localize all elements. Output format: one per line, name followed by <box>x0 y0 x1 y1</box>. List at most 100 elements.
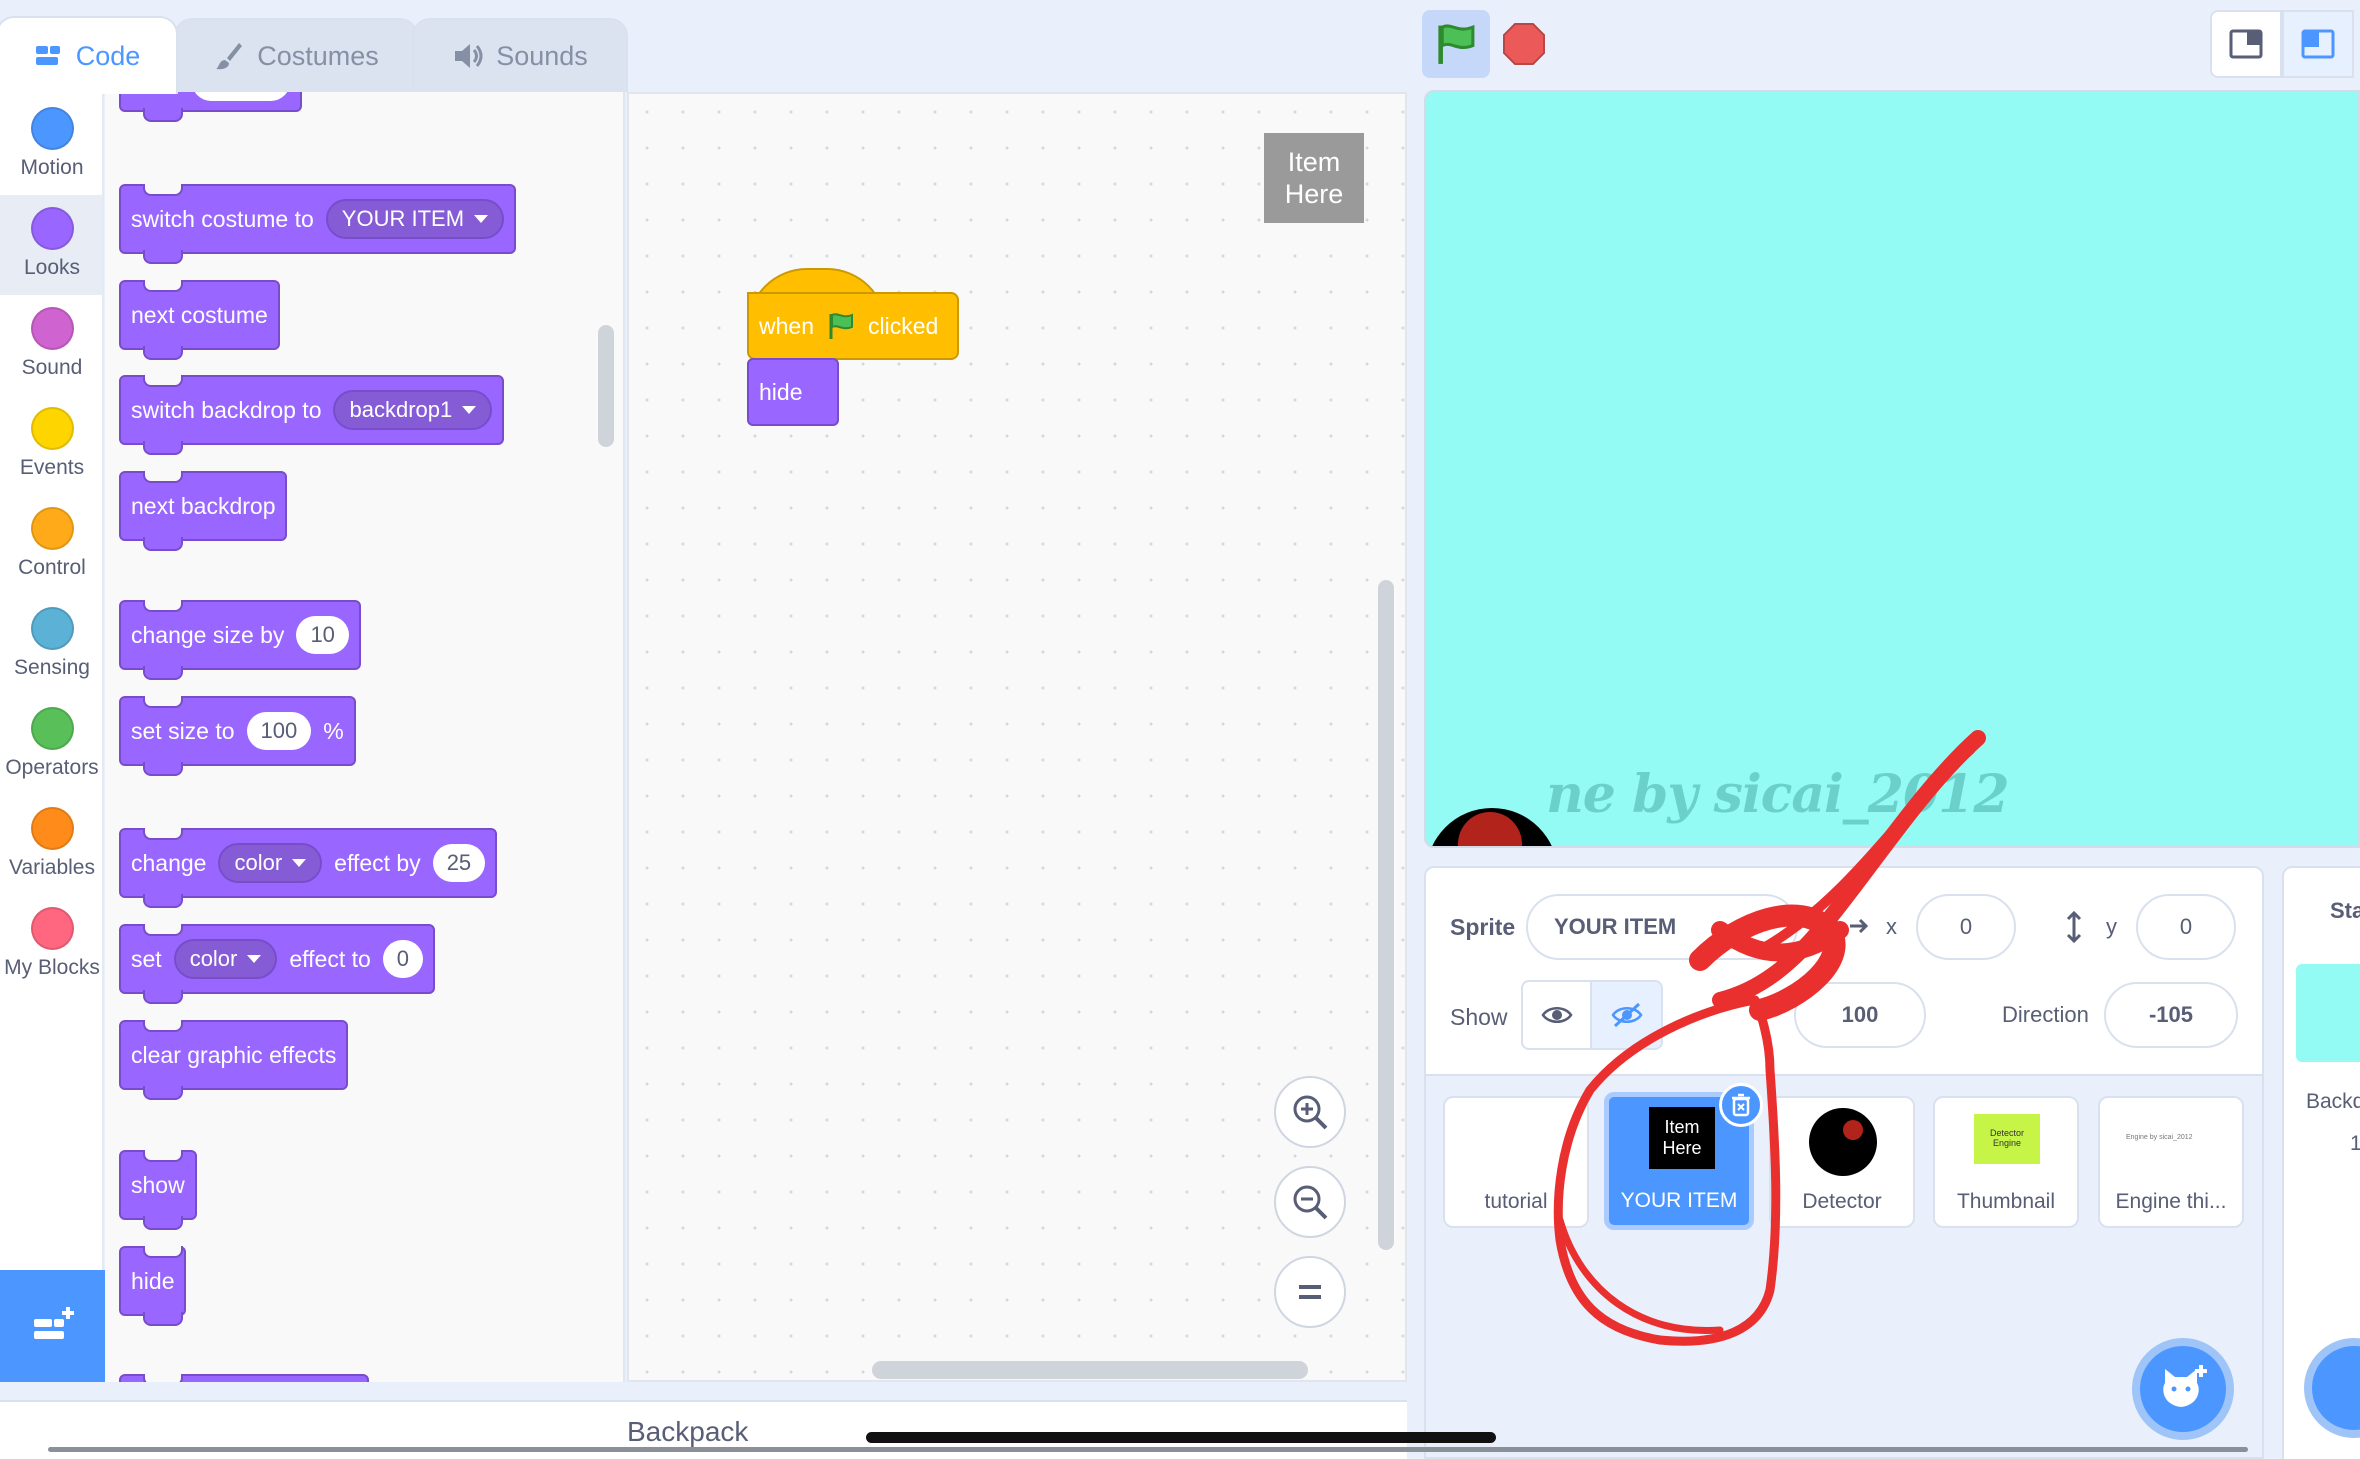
set-size-input[interactable]: 100 <box>246 712 312 750</box>
think-block[interactable]: think Hmm... <box>119 92 303 122</box>
show-sprite-button[interactable] <box>1523 982 1592 1048</box>
zoom-out-icon <box>1293 1185 1328 1220</box>
sprite-tile-your-item[interactable]: Item Here YOUR ITEM <box>1604 1083 1763 1230</box>
set-effect-input[interactable]: 0 <box>382 940 424 978</box>
operators-dot-icon <box>30 707 74 750</box>
events-dot-icon <box>30 407 74 450</box>
think-input[interactable]: Hmm... <box>191 92 291 101</box>
x-label: x <box>1886 914 1897 939</box>
eye-icon <box>1540 1007 1573 1023</box>
my-blocks-dot-icon <box>30 907 74 950</box>
category-motion[interactable]: Motion <box>0 95 102 195</box>
delete-sprite-button[interactable] <box>1719 1083 1763 1127</box>
stage-canvas[interactable]: ne by sicai_2012 <box>1424 90 2360 848</box>
your-item-thumbnail: Item Here <box>1649 1107 1715 1169</box>
detector-sprite <box>1432 808 1552 846</box>
thumbnail-preview: Detector Engine <box>1974 1114 2040 1164</box>
tab-sounds[interactable]: Sounds <box>412 18 628 92</box>
stage-header: Stage <box>2330 898 2360 923</box>
category-looks[interactable]: Looks <box>0 195 102 295</box>
tab-costumes[interactable]: Costumes <box>174 18 418 92</box>
chevron-down-icon <box>474 215 489 223</box>
zoom-out-button[interactable] <box>1274 1166 1346 1238</box>
category-my-blocks[interactable]: My Blocks <box>0 895 102 995</box>
zoom-in-button[interactable] <box>1274 1076 1346 1148</box>
visibility-toggle <box>1521 980 1663 1050</box>
y-input[interactable]: 0 <box>2136 894 2236 960</box>
zoom-reset-button[interactable] <box>1274 1256 1346 1328</box>
effect-dropdown[interactable]: color <box>218 843 323 883</box>
sprite-tile-tutorial[interactable]: tutorial <box>1443 1096 1589 1228</box>
switch-backdrop-block[interactable]: switch backdrop to backdrop1 <box>119 375 505 455</box>
code-icon <box>35 46 60 65</box>
sensing-dot-icon <box>30 607 74 650</box>
category-control[interactable]: Control <box>0 495 102 595</box>
category-variables[interactable]: Variables <box>0 795 102 895</box>
hide-block[interactable]: hide <box>119 1246 187 1326</box>
backdrop-dropdown[interactable]: backdrop1 <box>333 390 493 430</box>
zoom-in-icon <box>1293 1095 1328 1130</box>
sprite-tile-thumbnail[interactable]: Detector Engine Thumbnail <box>1933 1096 2079 1228</box>
change-size-input[interactable]: 10 <box>296 616 349 654</box>
show-block[interactable]: show <box>119 1150 197 1230</box>
tab-costumes-label: Costumes <box>257 40 379 71</box>
looks-dot-icon <box>30 207 74 250</box>
green-flag-button[interactable] <box>1422 10 1490 78</box>
direction-input[interactable]: -105 <box>2104 982 2238 1048</box>
switch-costume-block[interactable]: switch costume to YOUR ITEM <box>119 184 517 264</box>
bottom-separator <box>48 1447 2248 1452</box>
change-size-block[interactable]: change size by 10 <box>119 600 361 680</box>
large-stage-icon <box>2301 29 2335 59</box>
x-position-icon <box>1850 918 1869 934</box>
small-stage-button[interactable] <box>2210 10 2282 78</box>
category-sound[interactable]: Sound <box>0 295 102 395</box>
sprite-name-input[interactable]: YOUR ITEM <box>1526 894 1798 960</box>
category-sensing[interactable]: Sensing <box>0 595 102 695</box>
script-horizontal-scrollbar[interactable] <box>872 1361 1308 1379</box>
next-costume-block[interactable]: next costume <box>119 280 280 360</box>
set-size-block[interactable]: set size to 100 % <box>119 696 356 776</box>
large-stage-button[interactable] <box>2282 10 2354 78</box>
clear-effects-block[interactable]: clear graphic effects <box>119 1020 349 1100</box>
chevron-down-icon <box>292 859 307 867</box>
category-menu: Motion Looks Sound Events Control Sensin… <box>0 92 104 1270</box>
category-operators[interactable]: Operators <box>0 695 102 795</box>
chevron-down-icon <box>247 955 262 963</box>
add-extension-button[interactable] <box>0 1270 108 1382</box>
script-vertical-scrollbar[interactable] <box>1378 580 1394 1250</box>
change-effect-input[interactable]: 25 <box>432 844 486 882</box>
script-hide-block[interactable]: hide <box>747 358 839 426</box>
category-events[interactable]: Events <box>0 395 102 495</box>
effect-dropdown[interactable]: color <box>173 939 278 979</box>
stop-button[interactable] <box>1502 22 1546 71</box>
tab-code[interactable]: Code <box>0 16 178 94</box>
add-sprite-button[interactable] <box>2132 1338 2234 1440</box>
detector-thumbnail <box>1809 1108 1877 1176</box>
sprite-tile-detector[interactable]: Detector <box>1769 1096 1915 1228</box>
variables-dot-icon <box>30 807 74 850</box>
stage-thumbnail <box>2296 964 2360 1062</box>
set-effect-block[interactable]: set color effect to 0 <box>119 924 436 1004</box>
eye-slash-icon <box>1610 1002 1643 1028</box>
hide-sprite-button[interactable] <box>1592 982 1661 1048</box>
next-block-partial[interactable] <box>119 1374 369 1382</box>
show-label: Show <box>1450 1004 1508 1030</box>
motion-dot-icon <box>30 107 74 150</box>
chevron-down-icon <box>462 406 477 414</box>
next-backdrop-block[interactable]: next backdrop <box>119 471 288 551</box>
backdrops-label: Backdrops <box>2306 1090 2360 1113</box>
control-dot-icon <box>30 507 74 550</box>
trash-icon <box>1732 1093 1750 1117</box>
backdrops-count: 1 <box>2350 1132 2360 1156</box>
backpack-label: Backpack <box>627 1416 749 1447</box>
palette-scrollbar[interactable] <box>598 325 614 447</box>
size-input[interactable]: 100 <box>1794 982 1926 1048</box>
x-input[interactable]: 0 <box>1916 894 2016 960</box>
sprite-tile-engine[interactable]: Engine by sicai_2012 Engine thi... <box>2098 1096 2244 1228</box>
block-palette: think Hmm... switch costume to YOUR ITEM… <box>105 92 625 1382</box>
when-flag-clicked-block[interactable]: when clicked <box>747 292 959 360</box>
y-position-icon <box>2066 910 2082 944</box>
costume-dropdown[interactable]: YOUR ITEM <box>325 199 505 239</box>
equals-icon <box>1299 1285 1321 1299</box>
change-effect-block[interactable]: change color effect by 25 <box>119 828 498 908</box>
